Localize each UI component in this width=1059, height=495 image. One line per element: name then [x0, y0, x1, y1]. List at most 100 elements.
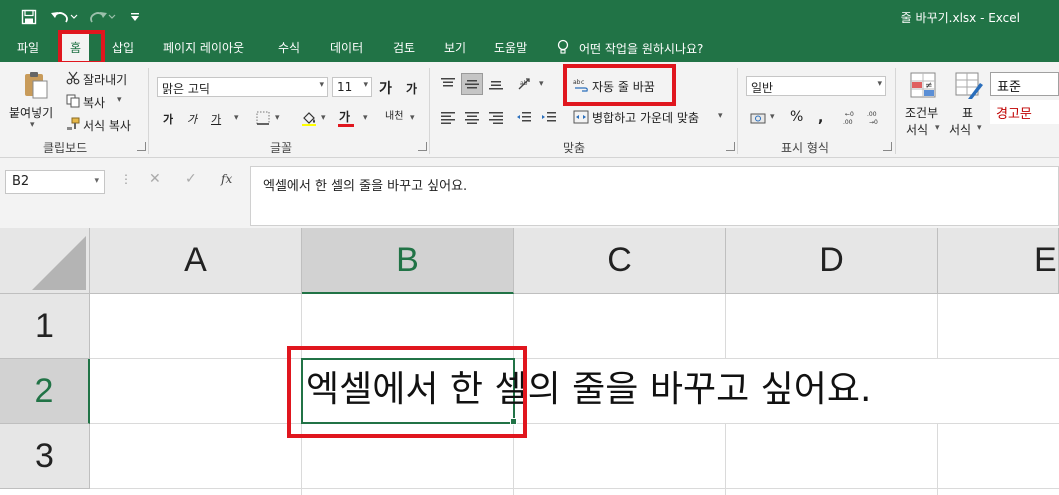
- font-launcher-icon[interactable]: [418, 142, 427, 151]
- increase-font-button[interactable]: 가: [379, 78, 392, 98]
- column-header-e[interactable]: E: [938, 228, 1059, 294]
- align-top-icon[interactable]: [439, 75, 457, 93]
- bold-button[interactable]: 가: [163, 111, 173, 127]
- merge-center-icon: [572, 108, 590, 126]
- tab-file[interactable]: 파일: [17, 39, 39, 56]
- merge-dropdown-icon[interactable]: ▾: [718, 111, 723, 121]
- align-middle-icon[interactable]: [461, 73, 483, 95]
- align-left-icon[interactable]: [439, 109, 457, 127]
- table-dropdown-icon[interactable]: ▾: [977, 123, 982, 133]
- align-right-icon[interactable]: [487, 109, 505, 127]
- tab-page-layout[interactable]: 페이지 레이아웃: [163, 39, 244, 56]
- font-size-select[interactable]: 11 ▾: [332, 77, 372, 97]
- orientation-icon[interactable]: ab: [516, 75, 536, 93]
- font-group-label: 글꼴: [270, 141, 293, 155]
- conditional-formatting-button[interactable]: 조건부: [905, 104, 938, 121]
- cancel-icon[interactable]: ✕: [149, 171, 161, 187]
- font-name-select[interactable]: 맑은 고딕 ▾: [157, 77, 328, 97]
- align-center-icon[interactable]: [463, 109, 481, 127]
- comma-style-button[interactable]: ,: [818, 110, 823, 126]
- font-name-value: 맑은 고딕: [162, 82, 210, 96]
- style-warning-label: 경고문: [996, 107, 1032, 122]
- merge-center-button[interactable]: 병합하고 가운데 맞춤: [592, 109, 699, 126]
- column-header-d[interactable]: D: [726, 228, 938, 294]
- tab-view[interactable]: 보기: [444, 39, 466, 56]
- fill-color-icon[interactable]: [300, 109, 318, 127]
- name-box[interactable]: B2 ▾: [5, 170, 105, 194]
- separator: [429, 68, 430, 154]
- row-header-3[interactable]: 3: [0, 424, 90, 489]
- font-color-button[interactable]: 가: [339, 108, 350, 125]
- underline-button[interactable]: 가: [211, 111, 221, 127]
- wrap-text-button[interactable]: 자동 줄 바꿈: [592, 78, 655, 95]
- tab-review[interactable]: 검토: [393, 39, 415, 56]
- number-format-select[interactable]: 일반 ▾: [746, 76, 886, 96]
- conditional-dropdown-icon[interactable]: ▾: [935, 123, 940, 133]
- customize-qat-icon[interactable]: [126, 6, 144, 28]
- paste-icon[interactable]: [18, 70, 52, 100]
- style-normal-label: 표준: [997, 80, 1021, 95]
- svg-text:←0: ←0: [845, 111, 854, 118]
- underline-dropdown-icon[interactable]: ▾: [234, 113, 239, 123]
- clipboard-launcher-icon[interactable]: [137, 142, 146, 151]
- font-color-dropdown-icon[interactable]: ▾: [363, 113, 368, 123]
- fill-color-dropdown-icon[interactable]: ▾: [321, 113, 326, 123]
- align-bottom-icon[interactable]: [487, 75, 505, 93]
- tell-me-search[interactable]: 어떤 작업을 원하시나요?: [557, 39, 703, 58]
- paste-button[interactable]: 붙여넣기: [9, 104, 53, 121]
- tab-help[interactable]: 도움말: [494, 39, 527, 56]
- insert-function-icon[interactable]: fx: [221, 172, 232, 186]
- column-header-b[interactable]: B: [302, 228, 514, 294]
- formula-bar: B2 ▾ ⋮ ✕ ✓ fx 엑셀에서 한 셀의 줄을 바꾸고 싶어요.: [0, 158, 1059, 228]
- decrease-font-button[interactable]: 가: [406, 80, 417, 97]
- chevron-down-icon: ▾: [94, 176, 99, 186]
- increase-decimal-icon[interactable]: ←0.00: [842, 108, 862, 128]
- tab-home[interactable]: 홈: [62, 34, 90, 62]
- cut-button[interactable]: 잘라내기: [83, 71, 127, 88]
- tab-formulas[interactable]: 수식: [278, 39, 300, 56]
- gridline: [90, 488, 1059, 489]
- percent-style-button[interactable]: %: [790, 109, 803, 125]
- copy-button[interactable]: 복사: [83, 94, 105, 111]
- select-all-button[interactable]: [0, 228, 90, 294]
- undo-icon[interactable]: [48, 6, 82, 28]
- decrease-indent-icon[interactable]: [515, 109, 533, 127]
- copy-dropdown-icon[interactable]: ▾: [117, 95, 122, 105]
- tell-me-label: 어떤 작업을 원하시나요?: [579, 42, 704, 56]
- column-header-c[interactable]: C: [514, 228, 726, 294]
- style-normal-cell[interactable]: 표준: [990, 72, 1059, 96]
- increase-indent-icon[interactable]: [540, 109, 558, 127]
- tab-insert[interactable]: 삽입: [112, 39, 134, 56]
- phonetic-dropdown-icon[interactable]: ▾: [410, 113, 415, 123]
- style-warning-cell[interactable]: 경고문: [990, 100, 1059, 124]
- format-as-table-button[interactable]: 표: [962, 104, 973, 121]
- number-format-value: 일반: [751, 81, 774, 95]
- italic-button[interactable]: 가: [187, 111, 197, 127]
- formula-input[interactable]: 엑셀에서 한 셀의 줄을 바꾸고 싶어요.: [250, 166, 1059, 226]
- phonetic-button[interactable]: 내천: [385, 107, 403, 122]
- fill-handle[interactable]: [510, 418, 517, 425]
- column-header-a[interactable]: A: [90, 228, 302, 294]
- decrease-decimal-icon[interactable]: .00 →0: [866, 108, 886, 128]
- alignment-launcher-icon[interactable]: [726, 142, 735, 151]
- row-header-1[interactable]: 1: [0, 294, 90, 359]
- lightbulb-icon: [557, 39, 569, 58]
- name-box-value: B2: [12, 174, 30, 189]
- orientation-dropdown-icon[interactable]: ▾: [539, 79, 544, 89]
- accounting-format-icon[interactable]: [749, 109, 769, 127]
- copy-icon: [65, 93, 81, 109]
- tab-data[interactable]: 데이터: [330, 39, 363, 56]
- redo-icon[interactable]: [86, 6, 120, 28]
- accounting-dropdown-icon[interactable]: ▾: [770, 112, 775, 122]
- enter-icon[interactable]: ✓: [185, 171, 197, 187]
- number-launcher-icon[interactable]: [883, 142, 892, 151]
- borders-icon[interactable]: [255, 110, 271, 126]
- row-header-2[interactable]: 2: [0, 359, 90, 424]
- formula-bar-grip: ⋮: [120, 172, 132, 186]
- borders-dropdown-icon[interactable]: ▾: [275, 113, 280, 123]
- wrap-text-icon: ab c: [572, 76, 590, 94]
- paste-dropdown-icon[interactable]: ▾: [30, 120, 35, 130]
- save-icon[interactable]: [18, 6, 40, 28]
- separator: [737, 68, 738, 154]
- format-painter-button[interactable]: 서식 복사: [83, 117, 131, 134]
